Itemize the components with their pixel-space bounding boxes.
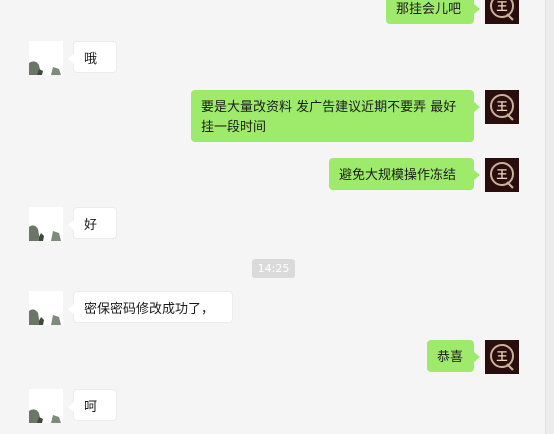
message-timestamp: 14:25: [252, 259, 295, 278]
message-bubble-outgoing[interactable]: 恭喜: [427, 340, 480, 372]
contact-avatar[interactable]: [29, 389, 63, 423]
message-bubble-outgoing[interactable]: 那挂会儿吧: [386, 0, 480, 24]
my-avatar[interactable]: 王: [485, 0, 519, 24]
my-avatar[interactable]: 王: [485, 90, 519, 124]
svg-text:王: 王: [497, 168, 508, 181]
contact-avatar[interactable]: [29, 291, 63, 325]
message-bubble-incoming[interactable]: 哦: [68, 41, 117, 73]
my-avatar[interactable]: 王: [485, 340, 519, 374]
chat-message-area: 那挂会儿吧 王 哦 要是大量改资料 发广告建议近期不要弄 最好挂一段时间 王 避…: [0, 0, 554, 434]
contact-avatar-photo: [29, 207, 63, 241]
chat-scrollbar[interactable]: [545, 0, 554, 434]
q-wang-logo-icon: 王: [485, 158, 519, 192]
my-avatar[interactable]: 王: [485, 158, 519, 192]
contact-avatar[interactable]: [29, 207, 63, 241]
q-wang-logo-icon: 王: [485, 0, 519, 24]
contact-avatar-photo: [29, 291, 63, 325]
message-bubble-incoming[interactable]: 呵: [68, 389, 117, 421]
svg-text:王: 王: [497, 350, 508, 363]
contact-avatar-photo: [29, 389, 63, 423]
contact-avatar[interactable]: [29, 41, 63, 75]
svg-text:王: 王: [497, 100, 508, 113]
q-wang-logo-icon: 王: [485, 90, 519, 124]
message-bubble-incoming[interactable]: 好: [68, 207, 117, 239]
svg-text:王: 王: [497, 0, 508, 13]
q-wang-logo-icon: 王: [485, 340, 519, 374]
message-bubble-outgoing[interactable]: 避免大规模操作冻结: [329, 158, 480, 190]
contact-avatar-photo: [29, 41, 63, 75]
message-bubble-incoming[interactable]: 密保密码修改成功了，: [68, 291, 233, 323]
message-bubble-outgoing[interactable]: 要是大量改资料 发广告建议近期不要弄 最好挂一段时间: [191, 90, 480, 142]
